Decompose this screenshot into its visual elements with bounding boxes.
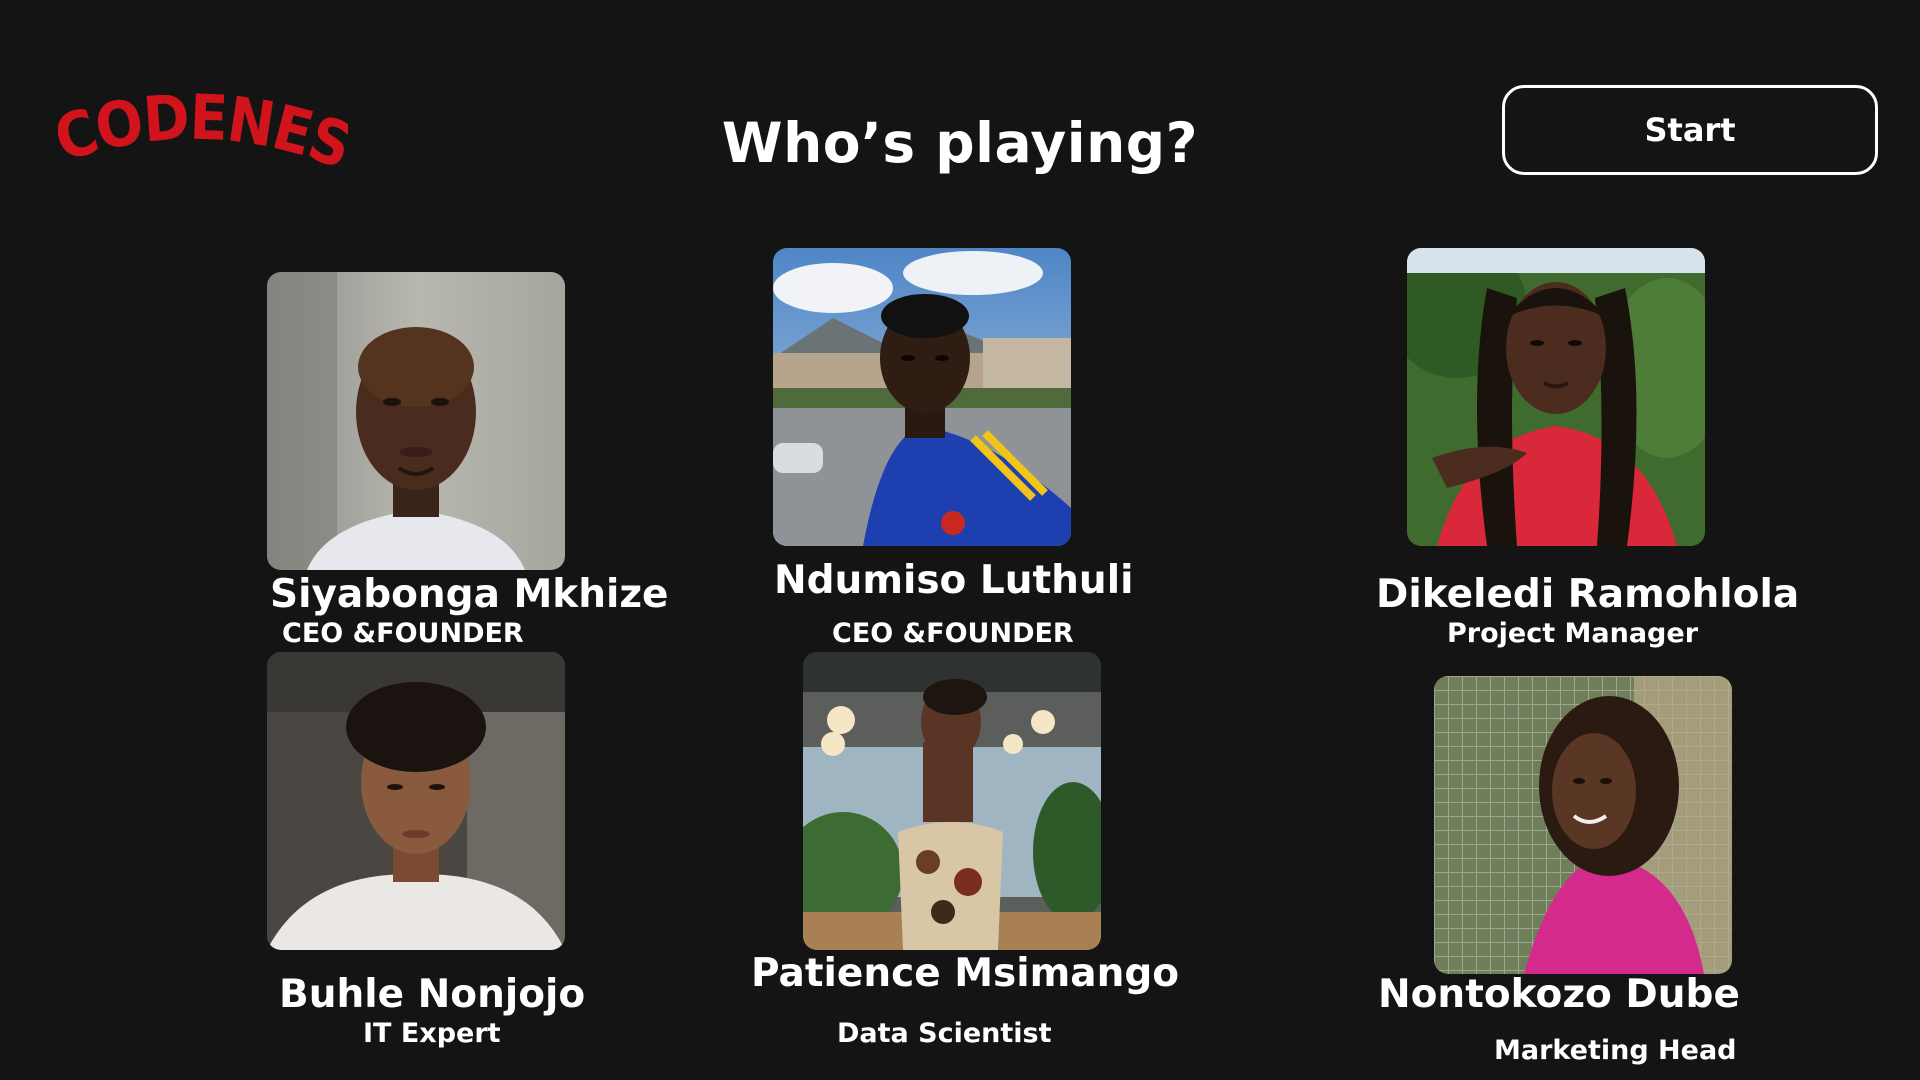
profile-photo-ndumiso[interactable] — [773, 248, 1071, 546]
start-button[interactable]: Start — [1502, 85, 1878, 175]
profile-role: Project Manager — [1447, 618, 1699, 649]
profile-role: Data Scientist — [837, 1018, 1052, 1049]
profile-role: CEO &FOUNDER — [282, 618, 524, 649]
profile-name: Dikeledi Ramohlola — [1376, 572, 1800, 617]
profile-name: Nontokozo Dube — [1378, 972, 1740, 1017]
profile-role: CEO &FOUNDER — [832, 618, 1074, 649]
profile-photo-buhle[interactable] — [267, 652, 565, 950]
profile-role: IT Expert — [363, 1018, 501, 1049]
profile-name: Patience Msimango — [751, 951, 1180, 996]
logo-text: CODENEST — [58, 92, 348, 182]
profile-photo-nontokozo[interactable] — [1434, 676, 1732, 974]
profile-select-screen: CODENEST Who’s playing? Start — [0, 0, 1920, 1080]
profile-name: Buhle Nonjojo — [279, 972, 586, 1017]
profile-photo-patience[interactable] — [803, 652, 1101, 950]
codenest-logo: CODENEST — [58, 92, 348, 182]
profile-photo-dikeledi[interactable] — [1407, 248, 1705, 546]
page-title: Who’s playing? — [721, 111, 1199, 175]
svg-text:CODENEST: CODENEST — [58, 92, 348, 182]
profile-role: Marketing Head — [1494, 1035, 1737, 1066]
profile-name: Siyabonga Mkhize — [270, 572, 669, 617]
profile-photo-siyabonga[interactable] — [267, 272, 565, 570]
profile-name: Ndumiso Luthuli — [774, 558, 1134, 603]
